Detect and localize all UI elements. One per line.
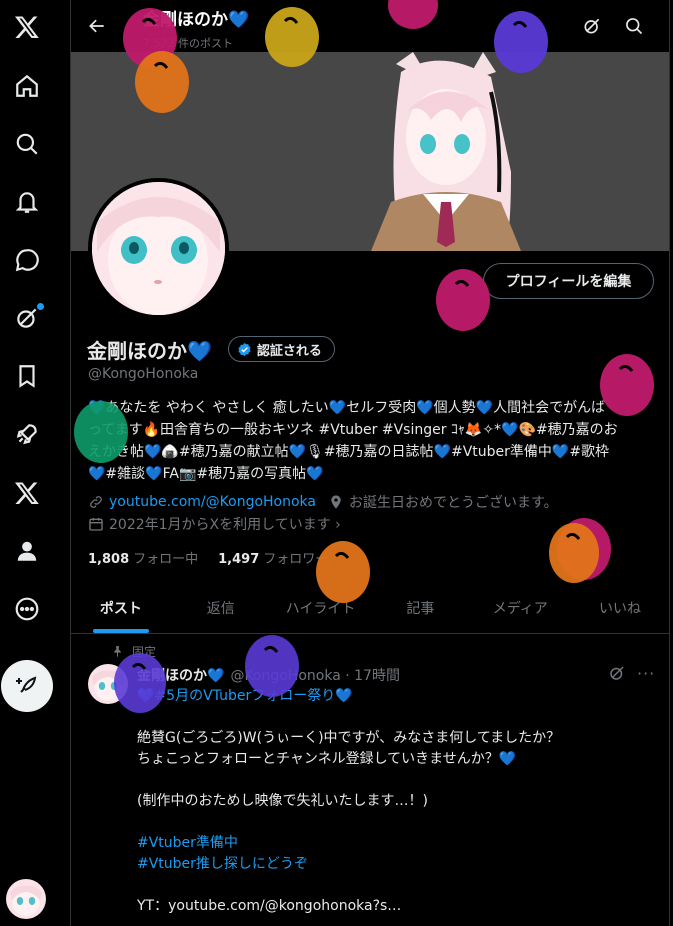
grok-icon[interactable] xyxy=(8,299,46,337)
tab-label: メディア xyxy=(492,601,548,617)
search-button[interactable] xyxy=(621,13,647,39)
grok-icon xyxy=(584,18,600,34)
home-icon[interactable] xyxy=(8,67,46,105)
grok-icon xyxy=(610,666,624,680)
post-grok-button[interactable] xyxy=(608,664,626,686)
tab-replies[interactable]: 返信 xyxy=(171,583,271,633)
post-line xyxy=(137,875,647,896)
profile-handle: @KongoHonoka xyxy=(88,366,199,382)
bio-line: ってます🔥田舎育ちの一般おキツネ #Vtuber #Vsinger ｺｬ🦊✧*💙… xyxy=(88,422,618,438)
verified-badge[interactable]: 認証される xyxy=(227,336,335,362)
tab-highlights[interactable]: ハイライト xyxy=(271,583,371,633)
followers-count: 1,497 xyxy=(218,552,260,567)
header-post-count: 7,522 件のポスト xyxy=(143,37,233,50)
profile-bio: 💙あなたを やわく やさしく 癒したい💙セルフ受肉💙個人勢💙人間社会でがんば っ… xyxy=(88,397,648,485)
post-line xyxy=(137,707,647,728)
pinned-indicator: 固定 xyxy=(111,643,156,660)
calendar-icon xyxy=(89,518,103,531)
sidebar xyxy=(0,0,71,926)
following-stat[interactable]: 1,808 フォロー中 xyxy=(88,548,198,567)
search-icon xyxy=(626,18,643,35)
bio-line: えかき帖💙🍙#穂乃嘉の献立帖💙🎙#穂乃嘉の日誌帖💙#Vtuber準備中💙#歌枠 xyxy=(88,444,610,460)
compose-button[interactable] xyxy=(1,660,53,712)
following-label: フォロー中 xyxy=(133,552,199,567)
location-pin-icon xyxy=(331,495,341,509)
display-name: 金剛ほのか💙 xyxy=(87,338,212,363)
tab-label: いいね xyxy=(599,601,642,617)
verified-check-icon xyxy=(238,342,251,356)
profile-header-bar: 金剛ほのか💙 7,522 件のポスト xyxy=(71,0,669,52)
link-icon xyxy=(90,496,102,508)
profile-icon[interactable] xyxy=(8,532,46,570)
avatar-illustration xyxy=(92,182,225,315)
tab-articles[interactable]: 記事 xyxy=(370,583,470,633)
birthday-item: お誕生日おめでとうございます。 xyxy=(328,492,558,512)
profile-meta: youtube.com/@KongoHonoka お誕生日おめでとうございます。 xyxy=(88,492,558,512)
post-body: 💙#5月のVTuberフォロー祭り💙 絶賛G(ごろごろ)W(うぃーく)中ですが、… xyxy=(137,686,647,917)
bio-line: 💙#雑談💙FA📷#穂乃嘉の写真帖💙 xyxy=(88,466,324,482)
messages-icon[interactable] xyxy=(8,241,46,279)
profile-tabs: ポスト 返信 ハイライト 記事 メディア いいね xyxy=(71,583,669,634)
account-avatar[interactable] xyxy=(6,879,46,919)
grok-button[interactable] xyxy=(579,13,605,39)
back-button[interactable] xyxy=(83,12,111,40)
notifications-icon[interactable] xyxy=(8,183,46,221)
followers-stat[interactable]: 1,497 フォロワー xyxy=(218,548,328,567)
post-hashtag[interactable]: #Vtuber推し探しにどうぞ xyxy=(137,854,647,875)
edit-profile-button[interactable]: プロフィールを編集 xyxy=(483,263,654,299)
rocket-icon[interactable] xyxy=(8,415,46,453)
joined-item[interactable]: 2022年1月からXを利用しています › xyxy=(88,514,341,534)
bookmarks-icon[interactable] xyxy=(8,357,46,395)
website-link[interactable]: youtube.com/@KongoHonoka xyxy=(109,494,316,510)
feather-plus-icon xyxy=(16,676,37,693)
post-header: 金剛ほのか💙 @KongoHonoka · 17時間 xyxy=(137,665,400,685)
active-tab-indicator xyxy=(92,629,149,633)
birthday-text: お誕生日おめでとうございます。 xyxy=(349,495,558,511)
post-handle-time[interactable]: @KongoHonoka · 17時間 xyxy=(230,665,400,685)
more-icon[interactable] xyxy=(8,590,46,628)
post-line: ちょこっとフォローとチャンネル登録していきませんか？💙 xyxy=(137,751,517,767)
notification-dot xyxy=(37,303,44,310)
post-line[interactable]: 💙#5月のVTuberフォロー祭り💙 xyxy=(137,686,647,707)
post-author-name[interactable]: 金剛ほのか💙 xyxy=(137,665,224,685)
tab-label: ポスト xyxy=(99,601,142,617)
follow-stats: 1,808 フォロー中 1,497 フォロワー xyxy=(88,548,328,567)
post-line xyxy=(137,812,647,833)
explore-icon[interactable] xyxy=(8,125,46,163)
tab-media[interactable]: メディア xyxy=(470,583,570,633)
post-line: (制作中のおためし映像で失礼いたします…！) xyxy=(137,793,428,809)
following-count: 1,808 xyxy=(88,552,130,567)
pinned-label: 固定 xyxy=(132,645,157,659)
tab-label: ハイライト xyxy=(285,601,356,617)
verified-label: 認証される xyxy=(256,343,322,359)
profile-column: 金剛ほのか💙 7,522 件のポスト プロフィールを編集 金剛ほのか💙 認証され… xyxy=(71,0,670,926)
post-youtube-line[interactable]: YT：youtube.com/@kongohonoka?s… xyxy=(137,896,647,917)
tab-label: 記事 xyxy=(406,601,435,617)
tab-posts[interactable]: ポスト xyxy=(71,583,171,633)
website-item[interactable]: youtube.com/@KongoHonoka xyxy=(88,492,316,512)
post-more-button[interactable]: ··· xyxy=(637,664,655,683)
post-line: 絶賛G(ごろごろ)W(うぃーく)中ですが、みなさま何してましたか？ xyxy=(137,730,561,746)
profile-avatar[interactable] xyxy=(88,178,229,319)
bio-line: 💙あなたを やわく やさしく 癒したい💙セルフ受肉💙個人勢💙人間社会でがんば xyxy=(88,400,606,416)
x-logo-icon[interactable] xyxy=(8,8,46,46)
joined-text: 2022年1月からXを利用しています › xyxy=(109,517,341,533)
premium-x-icon[interactable] xyxy=(8,474,46,512)
followers-label: フォロワー xyxy=(263,552,329,567)
tab-label: 返信 xyxy=(206,601,235,617)
arrow-left-icon xyxy=(89,19,104,33)
post-hashtag[interactable]: #Vtuber準備中 xyxy=(137,833,647,854)
post-line xyxy=(137,770,647,791)
pin-icon xyxy=(114,646,121,657)
post-author-avatar[interactable] xyxy=(88,664,128,704)
tab-likes[interactable]: いいね xyxy=(570,583,669,633)
header-title: 金剛ほのか💙 xyxy=(143,10,250,30)
name-row: 金剛ほのか💙 認証される xyxy=(87,336,335,363)
